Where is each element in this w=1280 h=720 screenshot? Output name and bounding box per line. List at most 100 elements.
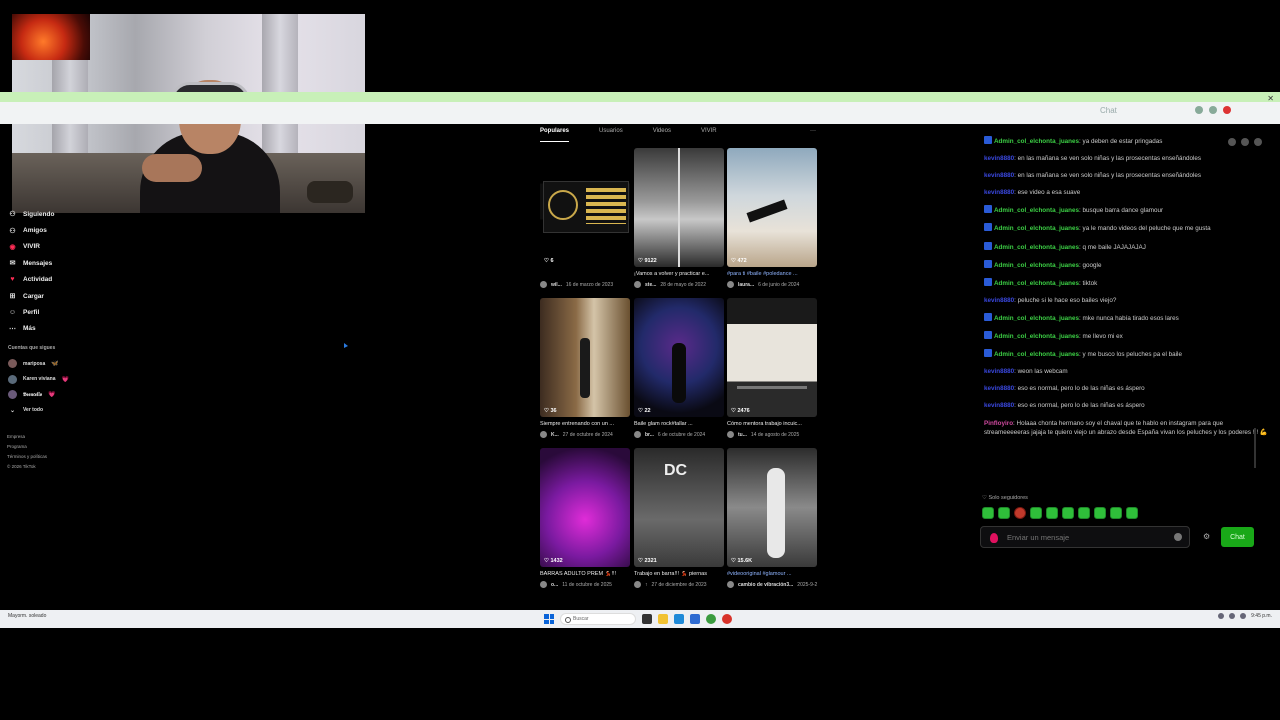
- footer-link-terms[interactable]: Términos y políticas: [7, 452, 47, 462]
- chat-settings-icon[interactable]: [1228, 138, 1236, 146]
- chat-username[interactable]: Admin_col_elchonta_juanes: [994, 262, 1079, 269]
- following-account[interactable]: 𝕭𝖊𝖊𝖓𝖈𝖊𝖑𝖑𝖔 💗: [0, 387, 130, 403]
- volume-icon[interactable]: [1240, 613, 1247, 619]
- video-thumbnail[interactable]: ♡ 1432: [540, 448, 630, 567]
- sidebar-item-siguiendo[interactable]: ⚇ Siguiendo: [0, 206, 130, 222]
- emote-icon[interactable]: [1094, 507, 1106, 519]
- video-thumbnail[interactable]: DC ♡ 2321: [634, 448, 724, 567]
- moderator-badge-icon[interactable]: [984, 259, 992, 268]
- bits-icon[interactable]: [990, 533, 998, 543]
- moderator-badge-icon[interactable]: [984, 205, 992, 214]
- emote-icon[interactable]: [1110, 507, 1122, 519]
- video-author[interactable]: cambio de vibración3...: [738, 582, 793, 588]
- sidebar-item-mensajes[interactable]: ✉ Mensajes: [0, 255, 130, 271]
- footer-link-company[interactable]: Empresa: [7, 432, 47, 442]
- sidebar-item-perfil[interactable]: ☺ Perfil: [0, 304, 130, 320]
- following-account[interactable]: mariposa 🦋: [0, 356, 130, 372]
- see-all-link[interactable]: ⌄ Ver todo: [0, 403, 130, 419]
- video-card[interactable]: ♡ 472 #para ti #baile #poledance ... lau…: [727, 148, 817, 288]
- sidebar-item-cargar[interactable]: ⊞ Cargar: [0, 288, 130, 304]
- chat-username[interactable]: kevin8880: [984, 189, 1014, 196]
- moderator-badge-icon[interactable]: [984, 331, 992, 340]
- chat-username[interactable]: Admin_col_elchonta_juanes: [994, 244, 1079, 251]
- chat-username[interactable]: Admin_col_elchonta_juanes: [994, 225, 1079, 232]
- sidebar-item-amigos[interactable]: ⚇ Amigos: [0, 222, 130, 238]
- chat-input-box[interactable]: [980, 526, 1190, 548]
- window-close-icon[interactable]: ✕: [1267, 94, 1274, 103]
- video-author[interactable]: ↑: [645, 582, 648, 588]
- task-view-icon[interactable]: [642, 614, 652, 624]
- emote-icon[interactable]: [1046, 507, 1058, 519]
- chat-username[interactable]: kevin8880: [984, 385, 1014, 392]
- video-card[interactable]: ♡ 15.6K #videooriginal #glamour ... camb…: [727, 448, 817, 588]
- tab-vivir[interactable]: VIVIR: [701, 128, 717, 142]
- sidebar-item-actividad[interactable]: ♥ Actividad: [0, 272, 130, 288]
- emote-icon[interactable]: [1078, 507, 1090, 519]
- obs-icon[interactable]: [722, 614, 732, 624]
- chat-username[interactable]: Pinfloyiro: [984, 420, 1013, 427]
- emote-icon[interactable]: [1126, 507, 1138, 519]
- profile-icon[interactable]: [1223, 106, 1231, 114]
- moderator-badge-icon[interactable]: [984, 312, 992, 321]
- chrome-icon[interactable]: [706, 614, 716, 624]
- chat-username[interactable]: Admin_col_elchonta_juanes: [994, 351, 1079, 358]
- footer-link-program[interactable]: Programa: [7, 442, 47, 452]
- taskbar-search[interactable]: Buscar: [560, 613, 636, 625]
- emote-icon[interactable]: [1062, 507, 1074, 519]
- tab-videos[interactable]: Videos: [653, 128, 671, 142]
- tab-usuarios[interactable]: Usuarios: [599, 128, 623, 142]
- chat-username[interactable]: kevin8880: [984, 368, 1014, 375]
- extension-icon[interactable]: [1195, 106, 1203, 114]
- gear-icon[interactable]: ⚙: [1203, 532, 1210, 541]
- chat-message-input[interactable]: [1007, 530, 1167, 545]
- video-author[interactable]: ste...: [645, 282, 656, 288]
- emote-icon[interactable]: [982, 507, 994, 519]
- wifi-icon[interactable]: [1229, 613, 1236, 619]
- windows-start-icon[interactable]: [544, 614, 554, 624]
- video-thumbnail[interactable]: ♡ 15.6K: [727, 448, 817, 567]
- moderator-badge-icon[interactable]: [984, 241, 992, 250]
- moderator-badge-icon[interactable]: [984, 223, 992, 232]
- chat-username[interactable]: kevin8880: [984, 297, 1014, 304]
- video-author[interactable]: laura...: [738, 282, 754, 288]
- edge-icon[interactable]: [674, 614, 684, 624]
- video-card[interactable]: ♡ 6 wil... 16 de marzo de 2023: [540, 148, 630, 288]
- browser-tab-title[interactable]: Chat: [1100, 106, 1117, 115]
- video-card[interactable]: ♡ 2476 Cómo mentora trabajo incuic... tu…: [727, 298, 817, 438]
- video-card[interactable]: ♡ 36 Siempre entrenando con un ... K... 2…: [540, 298, 630, 438]
- video-card[interactable]: ♡ 22 Baile glam rock#tallar ... br... 6 d…: [634, 298, 724, 438]
- chat-username[interactable]: kevin8880: [984, 172, 1014, 179]
- clock[interactable]: 9:45 p.m.: [1251, 613, 1272, 619]
- file-explorer-icon[interactable]: [658, 614, 668, 624]
- chat-username[interactable]: Admin_col_elchonta_juanes: [994, 207, 1079, 214]
- emote-icon[interactable]: [998, 507, 1010, 519]
- video-author[interactable]: tu...: [738, 432, 747, 438]
- video-author[interactable]: o...: [551, 582, 558, 588]
- emote-icon[interactable]: [1014, 507, 1026, 519]
- video-thumbnail[interactable]: ♡ 6: [540, 148, 630, 267]
- tab-populares[interactable]: Populares: [540, 128, 570, 142]
- moderator-badge-icon[interactable]: [984, 349, 992, 358]
- user-avatar-icon[interactable]: [1254, 138, 1262, 146]
- moderator-badge-icon[interactable]: [984, 136, 992, 144]
- chat-scrollbar[interactable]: [1254, 428, 1256, 468]
- chat-username[interactable]: Admin_col_elchonta_juanes: [994, 280, 1079, 287]
- sidebar-item-vivir[interactable]: ◉ VIVIR: [0, 239, 130, 255]
- chevron-up-icon[interactable]: [1218, 613, 1225, 619]
- store-icon[interactable]: [690, 614, 700, 624]
- video-thumbnail[interactable]: ♡ 9122: [634, 148, 724, 267]
- moderator-badge-icon[interactable]: [984, 277, 992, 286]
- video-author[interactable]: br...: [645, 432, 654, 438]
- video-author[interactable]: wil...: [551, 282, 562, 288]
- video-card[interactable]: ♡ 1432 BARRAS ADULTO PREM 💃🏻!!! o... 11 d…: [540, 448, 630, 588]
- extension-icon[interactable]: [1209, 106, 1217, 114]
- following-account[interactable]: Karen viviana 💗: [0, 372, 130, 388]
- video-thumbnail[interactable]: ♡ 2476: [727, 298, 817, 417]
- chat-username[interactable]: kevin8880: [984, 155, 1014, 162]
- chat-username[interactable]: Admin_col_elchonta_juanes: [994, 333, 1079, 340]
- more-options-icon[interactable]: ···: [810, 128, 816, 134]
- video-author[interactable]: K...: [551, 432, 559, 438]
- video-card[interactable]: ♡ 9122 ¡Vamos a volver y practicar e... …: [634, 148, 724, 288]
- chat-username[interactable]: kevin8880: [984, 402, 1014, 409]
- chat-username[interactable]: Admin_col_elchonta_juanes: [994, 138, 1079, 145]
